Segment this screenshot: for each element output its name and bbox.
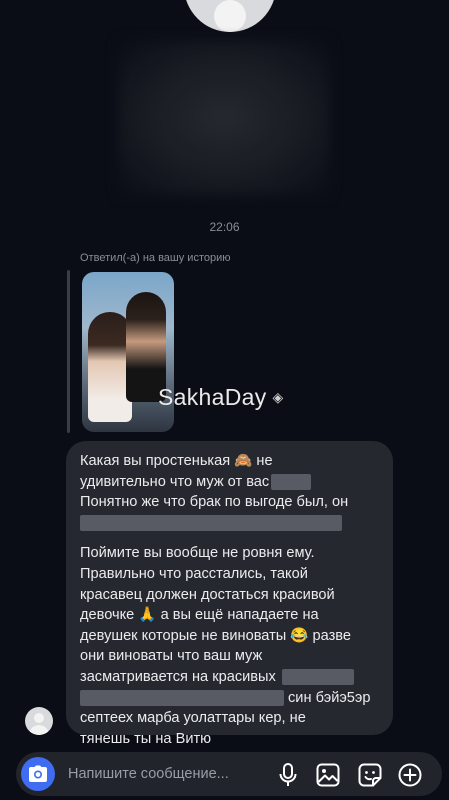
message-line: септеех марба уолаттары кер, не — [80, 710, 306, 727]
blurred-content — [118, 40, 330, 196]
message-input[interactable] — [68, 766, 258, 782]
sticker-icon — [358, 763, 382, 787]
redacted-text — [80, 514, 342, 531]
message-line: Какая вы простенькая 🙈 не — [80, 453, 273, 469]
message-line: красавец должен достаться красивой — [80, 586, 335, 603]
story-watermark: SakhaDay ◈ — [158, 384, 284, 411]
message-line — [80, 513, 379, 534]
camera-icon — [29, 765, 47, 782]
message-composer — [16, 752, 442, 796]
recipient-avatar[interactable] — [184, 0, 276, 32]
microphone-button[interactable] — [276, 763, 300, 787]
redacted-text — [271, 473, 312, 490]
diamond-icon: ◈ — [272, 389, 284, 405]
message-line: Поймите вы вообще не ровня ему. — [80, 545, 315, 562]
message-line: девочке 🙏 а вы ещё нападаете на — [80, 607, 319, 624]
camera-button[interactable] — [21, 757, 55, 791]
gallery-button[interactable] — [316, 763, 340, 787]
message-line: засматривается на красивых — [80, 667, 379, 688]
message-line: удивительно что муж от вас — [80, 472, 379, 493]
story-watermark-text: SakhaDay — [158, 384, 267, 410]
image-icon — [316, 763, 340, 787]
message-line: девушек которые не виноваты 😂 разве — [80, 627, 351, 644]
sender-avatar[interactable] — [25, 707, 53, 735]
microphone-icon — [279, 763, 297, 786]
message-line: син бэйэ5эр — [80, 688, 379, 709]
message-line: Правильно что расстались, такой — [80, 565, 308, 582]
message-line: тянешь ты на Витю — [80, 730, 212, 747]
redacted-text — [281, 669, 354, 686]
reply-indicator-bar — [67, 270, 70, 433]
plus-icon — [398, 763, 422, 787]
redacted-text — [80, 689, 284, 706]
message-timestamp: 22:06 — [209, 220, 240, 234]
message-line: Понятно же что брак по выгоде был, он — [80, 494, 349, 511]
add-button[interactable] — [398, 763, 422, 787]
message-line: они виноваты что ваш муж — [80, 648, 263, 665]
sticker-button[interactable] — [358, 763, 382, 787]
replied-to-story-label: Ответил(-а) на вашу историю — [80, 252, 231, 264]
message-bubble[interactable]: Какая вы простенькая 🙈 не удивительно чт… — [66, 441, 393, 747]
